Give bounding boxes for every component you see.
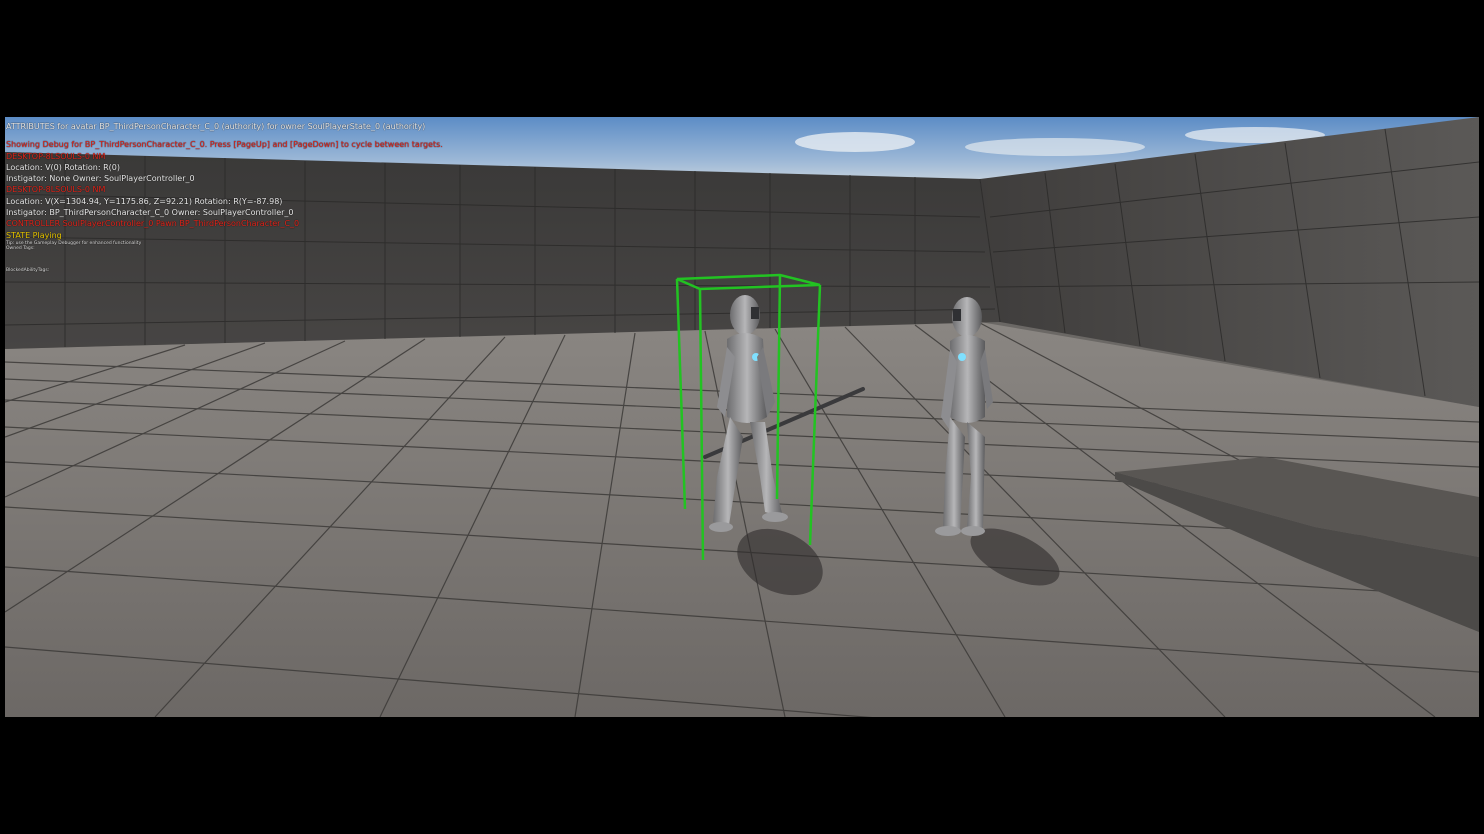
cloud [795, 132, 915, 152]
state-text: STATE Playing [6, 230, 62, 240]
controller-text: CONTROLLER SoulPlayerController_0 Pawn B… [6, 219, 300, 229]
blocked-tags-label: BlockedAbilityTags: [6, 267, 50, 273]
instigator-text: Instigator: None Owner: SoulPlayerContro… [6, 174, 195, 184]
instigator-text: Instigator: BP_ThirdPersonCharacter_C_0 … [6, 208, 294, 218]
location-rotation-text: Location: V(X=1304.94, Y=1175.86, Z=92.2… [6, 196, 283, 206]
game-viewport[interactable]: ATTRIBUTES for avatar BP_ThirdPersonChar… [5, 117, 1479, 717]
debug-overlay: ATTRIBUTES for avatar BP_ThirdPersonChar… [6, 121, 443, 273]
net-owner-label: DESKTOP-8LSOULS-0 NM [6, 185, 106, 195]
attributes-header: ATTRIBUTES for avatar BP_ThirdPersonChar… [6, 122, 426, 131]
showing-debug-text: Showing Debug for BP_ThirdPersonCharacte… [6, 140, 443, 150]
net-owner-label: DESKTOP-8LSOULS-0 NM [6, 151, 106, 161]
cloud [965, 138, 1145, 156]
location-rotation-text: Location: V(0) Rotation: R(0) [6, 162, 121, 172]
